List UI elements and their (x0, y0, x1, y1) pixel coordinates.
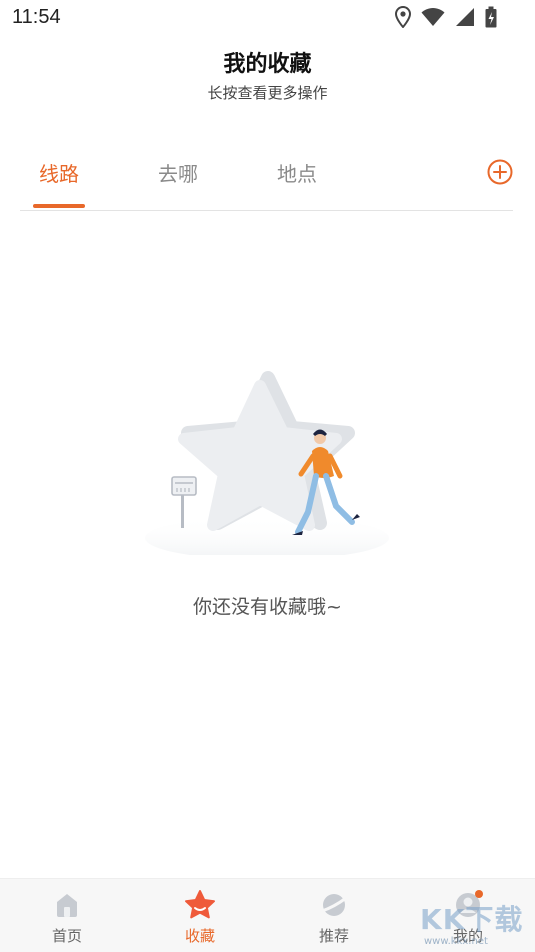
battery-charging-icon (485, 6, 497, 28)
status-time: 11:54 (12, 6, 61, 28)
nav-item-recommend[interactable]: 推荐 (294, 889, 374, 946)
tab-places[interactable]: 地点 (277, 158, 317, 187)
home-icon (27, 889, 107, 921)
location-icon (395, 6, 411, 28)
nav-label-home: 首页 (51, 927, 82, 945)
page-header: 我的收藏 长按查看更多操作 (0, 50, 535, 104)
active-tab-indicator (33, 204, 85, 208)
planet-icon (294, 889, 374, 921)
nav-item-home[interactable]: 首页 (27, 889, 107, 946)
status-icons (395, 6, 497, 28)
signal-icon (455, 7, 475, 27)
watermark-url: www.kkx.net (424, 936, 488, 947)
tab-bar: 线路 去哪 地点 (20, 150, 513, 211)
nav-label-recommend: 推荐 (318, 927, 349, 945)
empty-state-message: 你还没有收藏哦~ (193, 596, 342, 618)
page-title: 我的收藏 (223, 52, 312, 77)
watermark: KK下载 www.kkx.net (418, 898, 535, 951)
notification-badge (475, 890, 483, 898)
empty-state-illustration (140, 370, 395, 560)
wifi-icon (421, 7, 445, 27)
nav-item-favorites[interactable]: 收藏 (160, 889, 240, 946)
tab-where-to[interactable]: 去哪 (158, 158, 198, 187)
watermark-text: KK下载 (420, 903, 524, 936)
add-circle-icon[interactable] (487, 159, 513, 189)
status-bar: 11:54 (0, 0, 535, 36)
nav-label-favorites: 收藏 (184, 927, 215, 945)
tab-routes[interactable]: 线路 (39, 158, 79, 187)
page-subtitle: 长按查看更多操作 (207, 84, 328, 102)
star-icon (160, 889, 240, 921)
